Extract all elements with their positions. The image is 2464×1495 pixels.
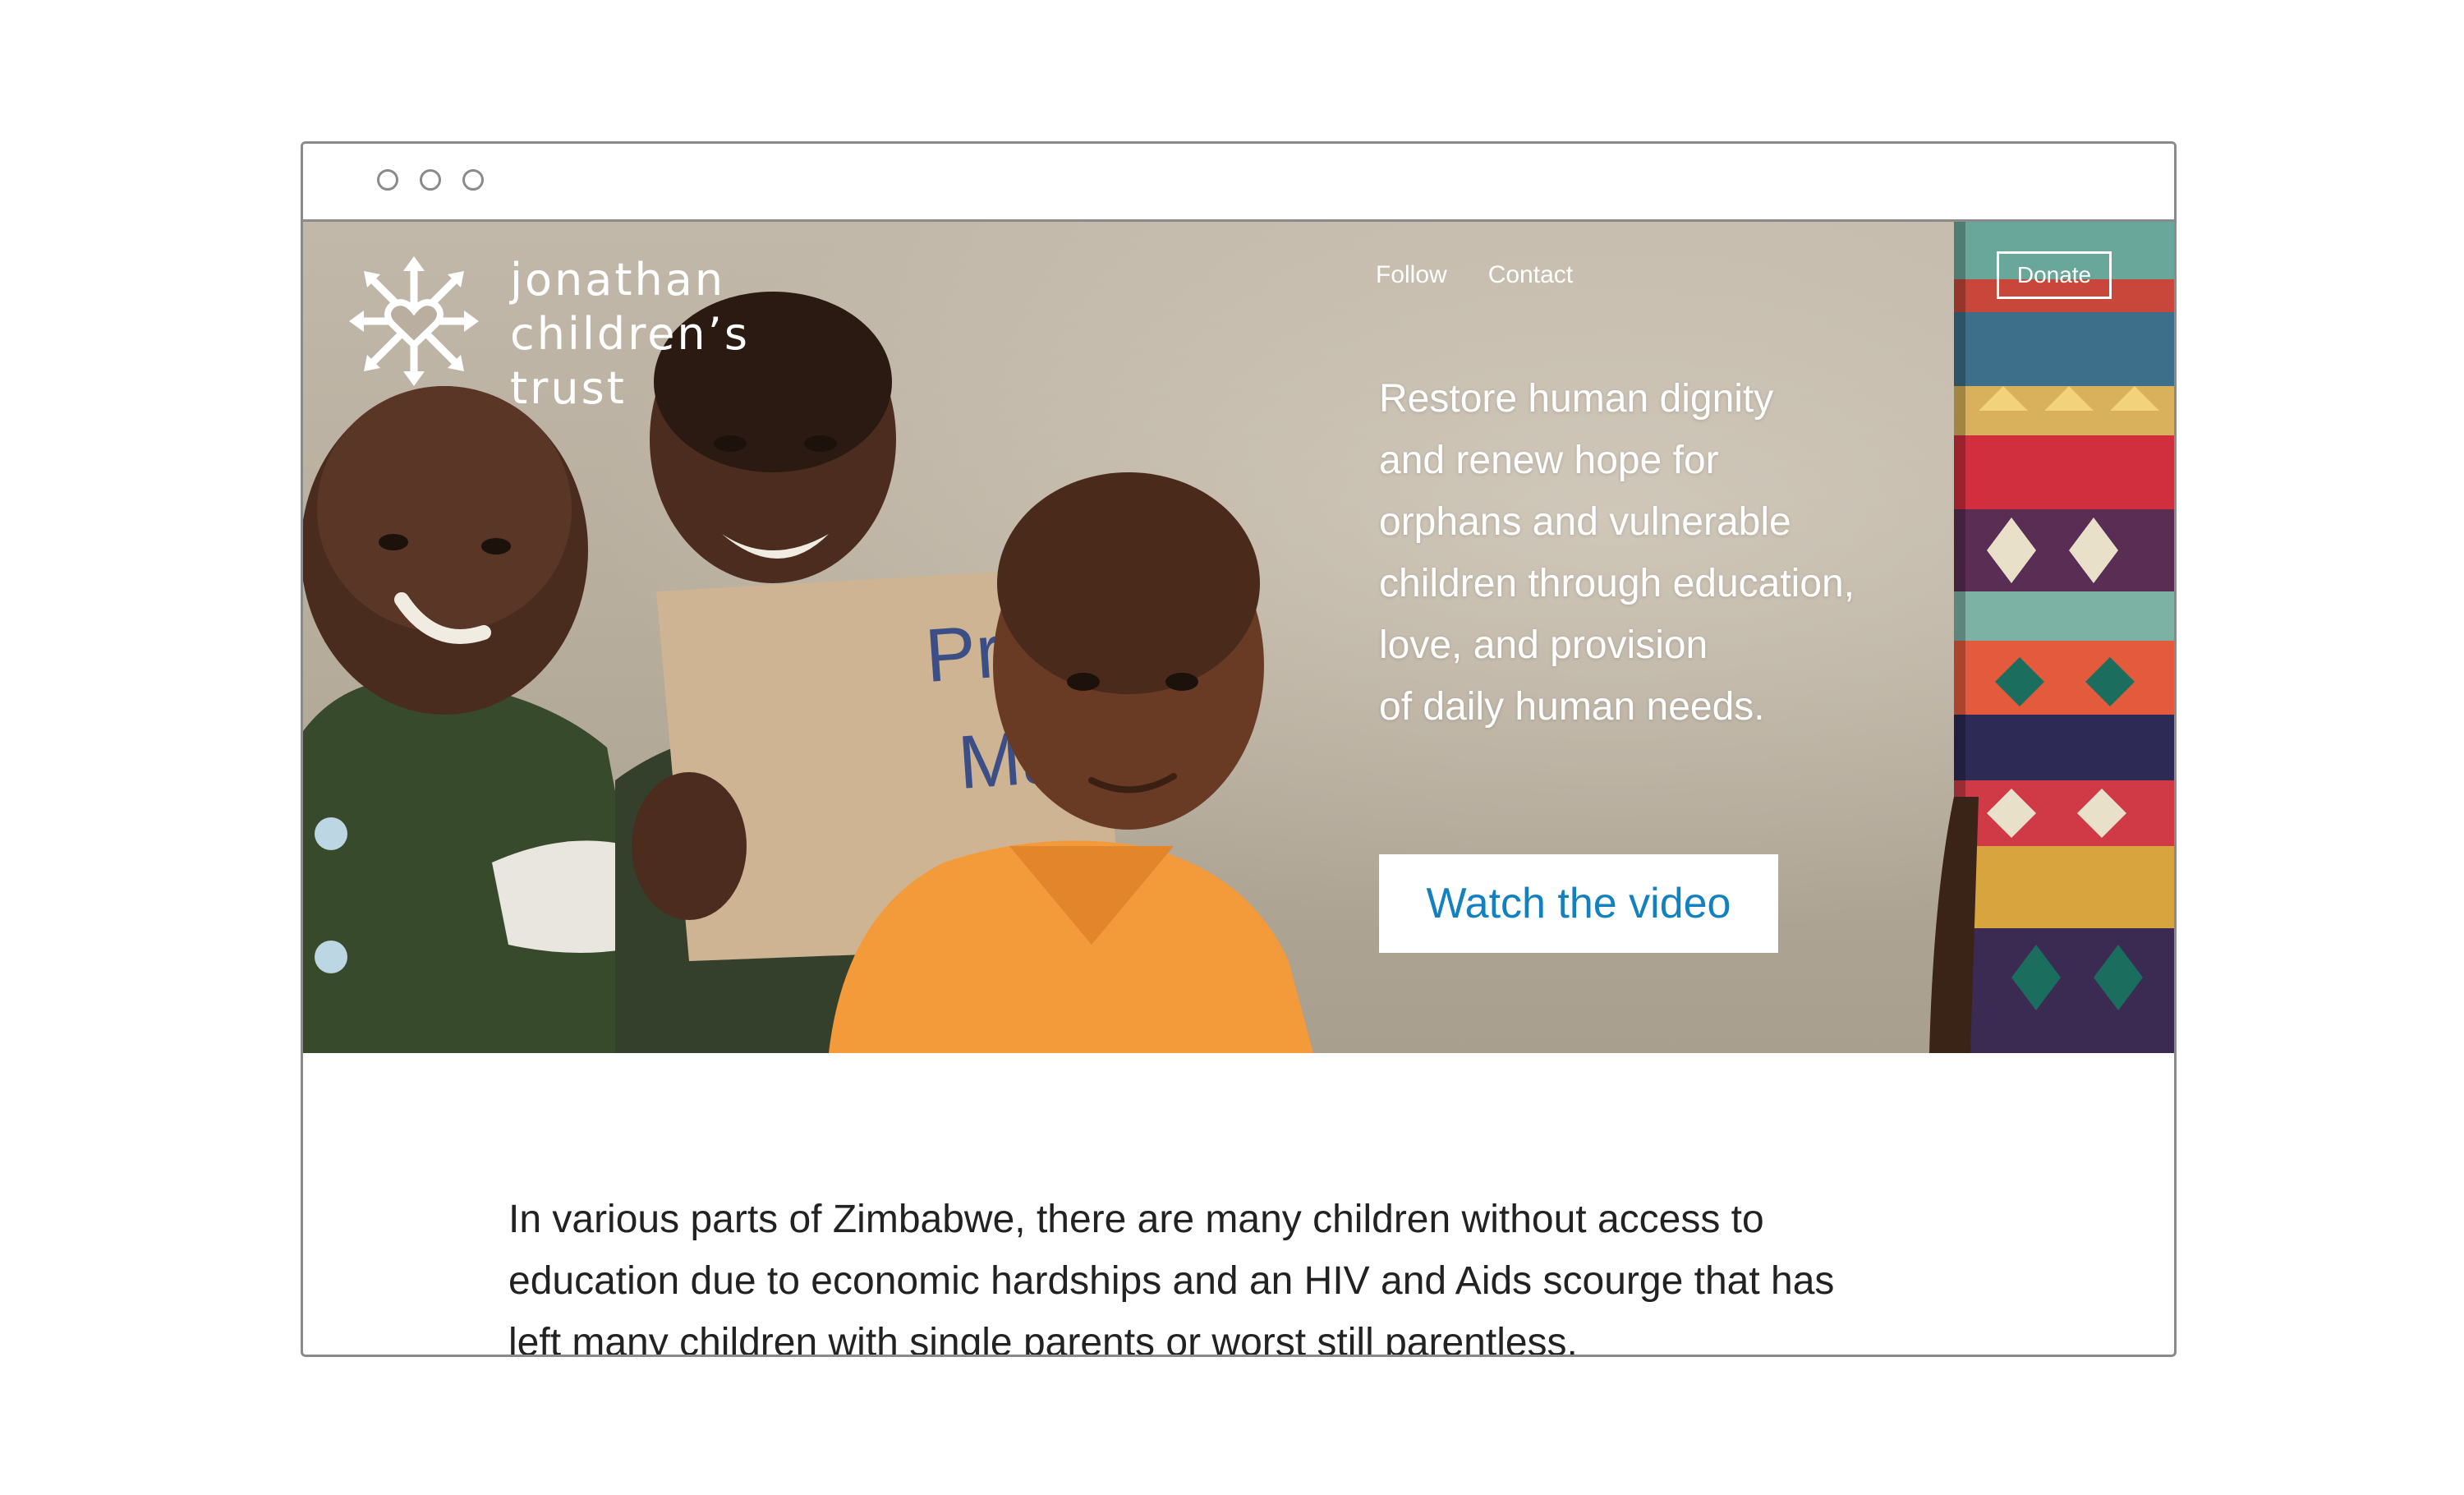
window-control-dot[interactable] xyxy=(462,169,484,191)
headline-line: of daily human needs. xyxy=(1379,685,1765,729)
watch-video-button[interactable]: Watch the video xyxy=(1379,854,1778,953)
hero-headline: Restore human dignity and renew hope for… xyxy=(1379,368,1954,738)
logo-wordmark: jonathan children’s trust xyxy=(510,253,750,416)
intro-line: left many children with single parents o… xyxy=(508,1321,1578,1357)
heart-arrows-icon xyxy=(349,256,479,386)
headline-line: children through education, xyxy=(1379,562,1855,605)
intro-paragraph: In various parts of Zimbabwe, there are … xyxy=(508,1189,2003,1357)
hero-section: Progres Ma xyxy=(303,222,2174,1053)
headline-line: and renew hope for xyxy=(1379,439,1719,482)
nav-contact-link[interactable]: Contact xyxy=(1488,261,1573,289)
headline-line: love, and provision xyxy=(1379,623,1708,667)
logo-line-3: trust xyxy=(510,362,627,414)
logo-line-2: children’s xyxy=(510,308,750,360)
logo-line-1: jonathan xyxy=(510,254,726,306)
intro-line: In various parts of Zimbabwe, there are … xyxy=(508,1198,1764,1241)
top-nav: Follow Contact xyxy=(1376,261,1573,289)
window-titlebar xyxy=(303,144,2174,222)
donate-button[interactable]: Donate xyxy=(1997,251,2112,299)
patterned-dress xyxy=(1954,222,2174,1053)
headline-line: orphans and vulnerable xyxy=(1379,500,1791,544)
child-left xyxy=(303,386,664,1053)
intro-line: education due to economic hardships and … xyxy=(508,1259,1835,1303)
window-control-dot[interactable] xyxy=(420,169,441,191)
headline-line: Restore human dignity xyxy=(1379,377,1774,421)
site-logo[interactable]: jonathan children’s trust xyxy=(349,253,750,416)
window-control-dot[interactable] xyxy=(377,169,398,191)
nav-follow-link[interactable]: Follow xyxy=(1376,261,1447,289)
browser-window: Progres Ma xyxy=(301,141,2177,1357)
